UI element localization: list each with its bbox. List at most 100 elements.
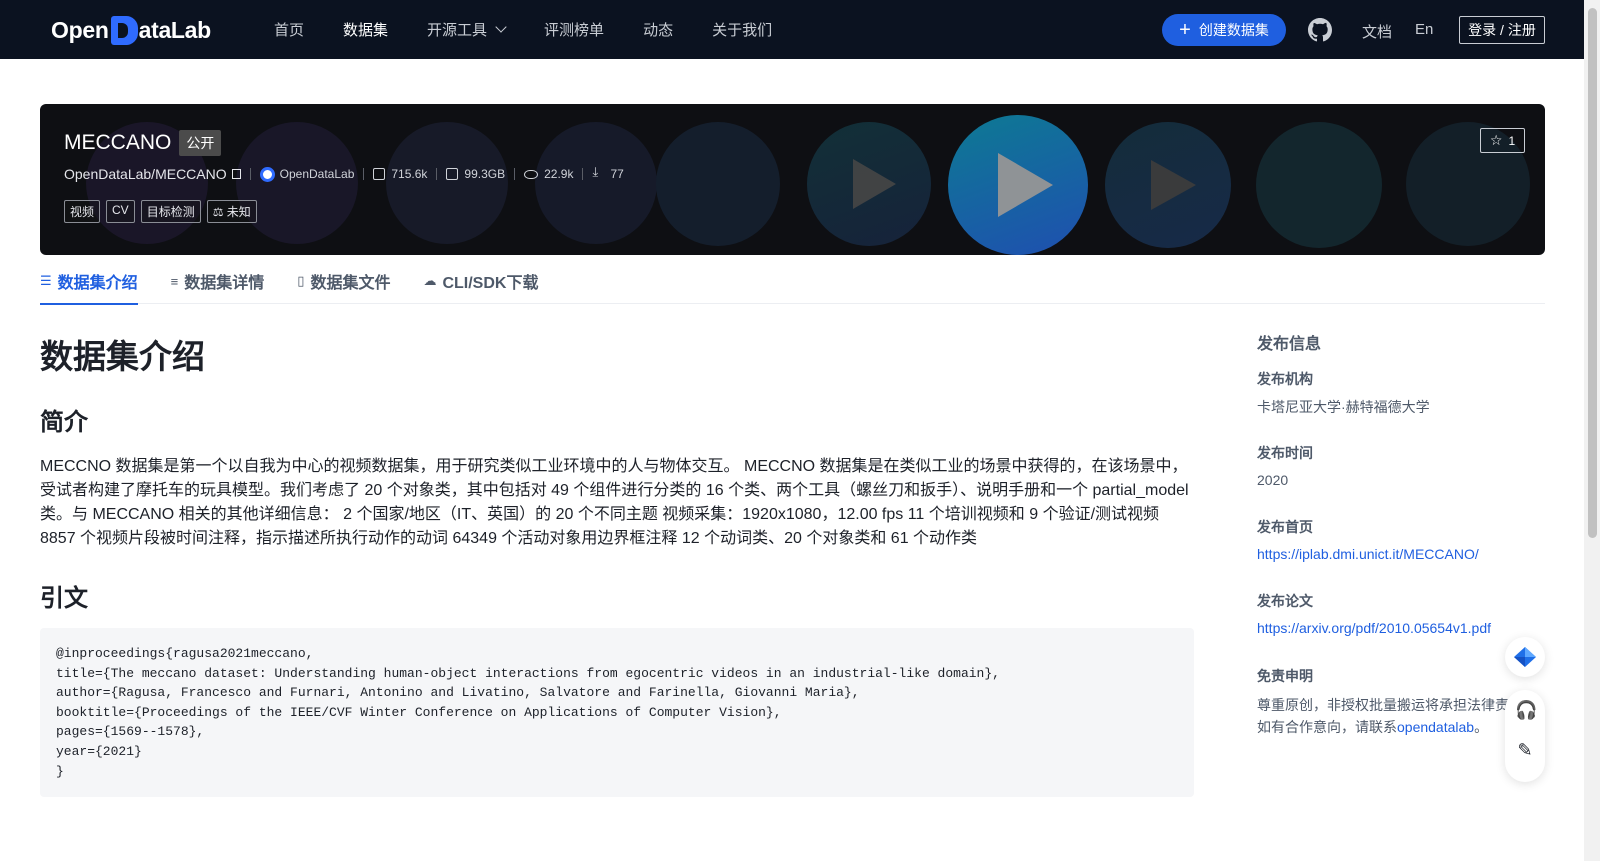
nav-leaderboard[interactable]: 评测榜单 [544,19,604,40]
citation-code: @inproceedings{ragusa2021meccano, title=… [56,646,1000,779]
video-bubble[interactable] [807,122,931,246]
org-name[interactable]: OpenDataLab [280,167,355,181]
citation-heading: 引文 [40,585,88,612]
tab-cli-sdk-label: CLI/SDK下载 [442,275,539,292]
disclaimer-line-2-text: 如有合作意向，请联系 [1257,719,1397,735]
publish-info-sidebar: 发布信息 发布机构 卡塔尼亚大学·赫特福德大学 发布时间 2020 发布首页 h… [1257,330,1547,735]
chevron-down-icon [495,21,507,33]
publish-time-label: 发布时间 [1257,445,1313,461]
tag-object-detection[interactable]: 目标检测 [140,200,201,223]
play-icon [998,153,1053,217]
repo-path: OpenDataLab/MECCANO [64,166,227,182]
divider [514,168,516,180]
tab-intro-label: 数据集介绍 [57,275,138,292]
tab-files-label: 数据集文件 [310,275,391,292]
github-icon[interactable] [1308,18,1332,42]
brand-logo[interactable]: Open ataLab [51,14,211,46]
paper-plane-icon [1514,647,1536,667]
play-icon [1151,160,1196,210]
dataset-name: MECCANO [64,131,172,154]
tab-intro[interactable]: ☰ 数据集介绍 [40,258,138,305]
tab-files[interactable]: ▯ 数据集文件 [297,258,390,304]
tag-list: 视频 CV 目标检测 ⚖ 未知 [64,200,263,223]
divider [582,168,584,180]
page-scrollbar[interactable] [1584,0,1600,861]
divider [363,168,365,180]
thumbnail-bubble [386,122,508,244]
eye-icon [524,169,539,179]
language-switch[interactable]: En [1415,21,1433,38]
paper-link[interactable]: https://arxiv.org/pdf/2010.05654v1.pdf [1257,620,1491,636]
disclaimer-line-2: 如有合作意向，请联系opendatalab。 [1257,716,1547,738]
dataset-banner: MECCANO 公开 OpenDataLab/MECCANO OpenDataL… [40,104,1545,255]
nav-home[interactable]: 首页 [274,19,304,40]
headset-icon[interactable]: 🎧 [1515,700,1537,720]
divider [249,168,251,180]
citation-code-block[interactable]: @inproceedings{ragusa2021meccano, title=… [40,628,1194,797]
thumbnail-bubble [535,122,657,244]
docs-link[interactable]: 文档 [1362,21,1392,42]
stack-icon: ☰ [40,273,52,288]
publisher-label: 发布机构 [1257,371,1313,387]
floating-assistant-button[interactable] [1505,637,1545,677]
contact-link[interactable]: opendatalab [1397,719,1474,735]
play-icon [853,159,896,209]
create-dataset-label: 创建数据集 [1198,22,1269,38]
login-register-button[interactable]: 登录 / 注册 [1459,16,1545,44]
main-content: 数据集介绍 简介 MECCNO 数据集是第一个以自我为中心的视频数据集，用于研究… [40,330,1194,797]
view-count: 22.9k [544,167,574,181]
nav-news[interactable]: 动态 [643,19,673,40]
thumbnail-bubble [1256,122,1382,248]
tag-video[interactable]: 视频 [64,200,101,223]
scrollbar-thumb[interactable] [1588,8,1597,538]
dataset-meta: OpenDataLab/MECCANO OpenDataLab 715.6k 9… [64,164,624,182]
download-count: 77 [610,167,624,181]
nav-datasets[interactable]: 数据集 [343,19,388,40]
feedback-icon[interactable]: ✎ [1515,740,1535,760]
nav-open-tools[interactable]: 开源工具 [427,19,507,40]
page-title: 数据集介绍 [40,338,205,375]
homepage-label: 发布首页 [1257,519,1313,535]
tab-details[interactable]: ≡ 数据集详情 [171,258,265,304]
video-bubble-active[interactable] [948,115,1088,255]
dataset-tabs: ☰ 数据集介绍 ≡ 数据集详情 ▯ 数据集文件 ☁ CLI/SDK下载 [40,258,1545,305]
copy-icon[interactable] [231,169,241,179]
star-icon: ☆ [1489,132,1503,148]
tag-cv[interactable]: CV [106,200,135,223]
tag-license-unknown[interactable]: ⚖ 未知 [206,200,257,223]
download-icon [592,164,604,180]
star-count: 1 [1508,133,1516,148]
scale-icon: ⚖ [212,205,227,219]
dataset-title-row: MECCANO 公开 [64,130,222,156]
disclaimer-label: 免责申明 [1257,668,1313,684]
star-button[interactable]: ☆ 1 [1480,128,1525,153]
homepage-link[interactable]: https://iplab.dmi.unict.it/MECCANO/ [1257,546,1479,562]
disclaimer-line-1: 尊重原创，非授权批量搬运将承担法律责 [1257,697,1509,713]
top-navbar: Open ataLab 首页 数据集 开源工具 评测榜单 动态 关于我们 + 创建… [0,0,1584,59]
paper-label: 发布论文 [1257,593,1313,609]
visibility-badge: 公开 [179,130,222,156]
file-count-icon [373,168,386,180]
tab-cli-sdk[interactable]: ☁ CLI/SDK下载 [423,258,538,304]
list-icon: ≡ [170,273,179,289]
nav-open-tools-label: 开源工具 [427,22,488,39]
file-count: 715.6k [391,167,428,181]
org-logo-icon [259,166,275,182]
video-bubble[interactable] [1105,122,1231,248]
floating-tool-group: 🎧 ✎ [1505,690,1545,782]
publish-time-value: 2020 [1257,472,1289,488]
thumbnail-bubble [656,122,780,246]
intro-heading: 简介 [40,409,88,436]
storage-icon [446,168,459,180]
intro-text: MECCNO 数据集是第一个以自我为中心的视频数据集，用于研究类似工业环境中的人… [40,458,1189,547]
divider [436,168,438,180]
nav-about[interactable]: 关于我们 [712,19,772,40]
tab-details-label: 数据集详情 [184,275,265,292]
disclaimer-text: 尊重原创，非授权批量搬运将承担法律责 如有合作意向，请联系opendatalab… [1257,694,1547,738]
sidebar-title: 发布信息 [1257,336,1322,353]
main-nav: 首页 数据集 开源工具 评测榜单 动态 关于我们 [274,0,811,59]
dataset-size: 99.3GB [464,167,506,181]
create-dataset-button[interactable]: + 创建数据集 [1162,14,1286,46]
disclaimer-end: 。 [1474,719,1489,735]
plus-icon: + [1179,19,1191,41]
